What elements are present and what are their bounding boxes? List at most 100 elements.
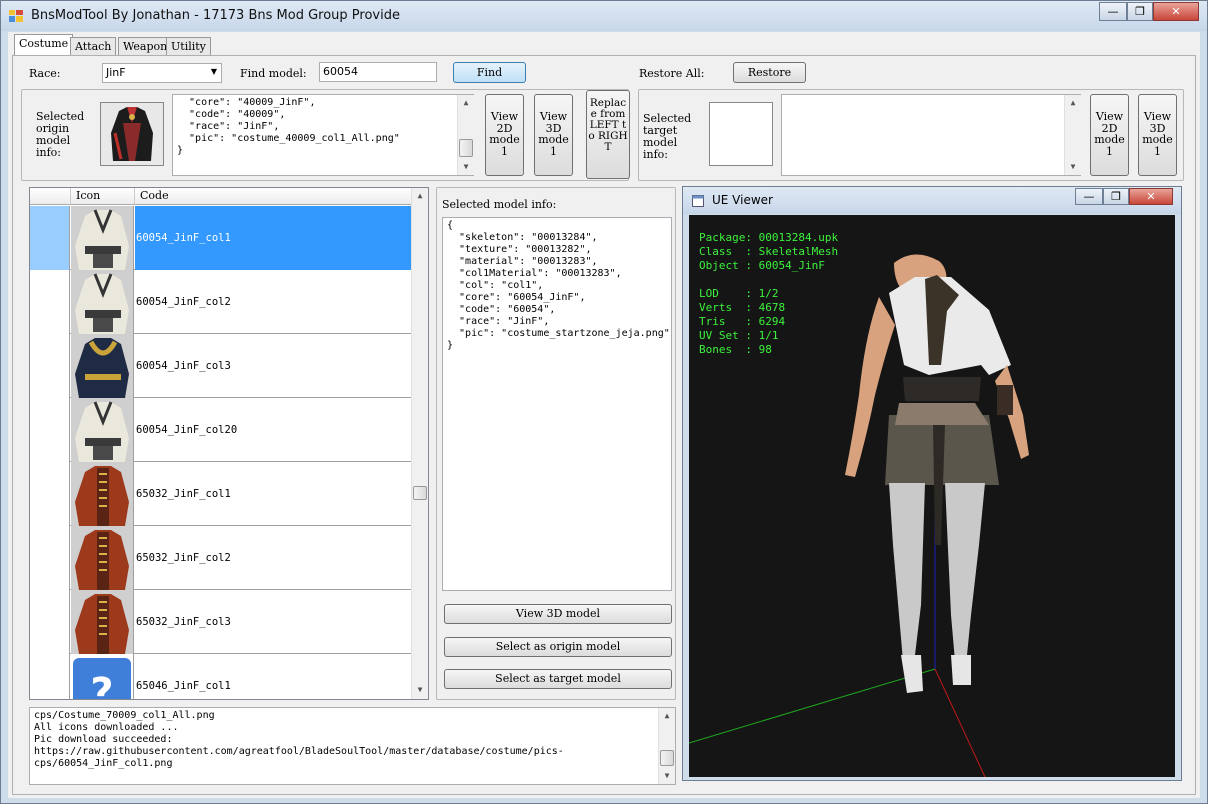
restore-button[interactable]: Restore: [733, 62, 806, 83]
table-row[interactable]: 65032_JinF_col1: [30, 462, 413, 526]
tab-weapon[interactable]: Weapon: [118, 37, 173, 56]
log-output[interactable]: cps/Costume_70009_col1_All.png All icons…: [29, 707, 676, 785]
close-button[interactable]: ✕: [1153, 2, 1199, 21]
ue-minimize-button[interactable]: —: [1075, 188, 1103, 205]
grid-header-icon[interactable]: Icon: [71, 188, 135, 205]
table-row[interactable]: 60054_JinF_col3: [30, 334, 413, 398]
grid-header-select[interactable]: [30, 188, 71, 205]
row-icon-cell: [71, 206, 134, 270]
window-title: BnsModTool By Jonathan - 17173 Bns Mod G…: [31, 8, 400, 23]
log-scrollbar[interactable]: ▲ ▼: [658, 708, 675, 784]
target-view-3d-button[interactable]: View 3D mode 1: [1138, 94, 1177, 176]
scroll-down-icon[interactable]: ▼: [412, 682, 428, 698]
main-window: BnsModTool By Jonathan - 17173 Bns Mod G…: [0, 0, 1208, 804]
row-icon-cell: ?: [71, 654, 134, 700]
origin-info-scrollbar[interactable]: ▲ ▼: [457, 95, 474, 175]
svg-text:?: ?: [90, 670, 113, 700]
scroll-up-icon[interactable]: ▲: [659, 708, 675, 724]
red-coat-icon: [71, 526, 133, 590]
row-selector[interactable]: [30, 270, 70, 334]
target-view-2d-button[interactable]: View 2D mode 1: [1090, 94, 1129, 176]
selected-model-label: Selected model info:: [442, 198, 557, 211]
grid-scrollbar[interactable]: ▲ ▼: [411, 188, 428, 699]
replace-left-to-right-button[interactable]: Replace from LEFT to RIGHT: [586, 90, 630, 179]
origin-view-3d-button[interactable]: View 3D mode 1: [534, 94, 573, 176]
navy-robe-icon: [71, 334, 133, 398]
table-row[interactable]: 60054_JinF_col1: [30, 206, 413, 270]
target-model-label: Selected target model info:: [643, 112, 692, 161]
find-model-input[interactable]: 60054: [319, 62, 437, 82]
table-row[interactable]: 60054_JinF_col2: [30, 270, 413, 334]
maximize-button[interactable]: ❐: [1127, 2, 1153, 21]
minimize-button[interactable]: —: [1099, 2, 1127, 21]
row-selector[interactable]: [30, 654, 70, 699]
race-value: JinF: [106, 66, 126, 79]
black-coat-icon: [101, 103, 163, 165]
scroll-down-icon[interactable]: ▼: [458, 159, 474, 175]
3d-viewport[interactable]: Package: 00013284.upk Class : SkeletalMe…: [689, 215, 1175, 777]
origin-model-label: Selected origin model info:: [36, 110, 85, 159]
scroll-up-icon[interactable]: ▲: [458, 95, 474, 111]
select-target-button[interactable]: Select as target model: [444, 669, 672, 689]
scroll-up-icon[interactable]: ▲: [412, 188, 428, 204]
row-icon-cell: [71, 398, 134, 462]
table-row[interactable]: 65032_JinF_col2: [30, 526, 413, 590]
origin-info-text[interactable]: "core": "40009_JinF", "code": "40009", "…: [172, 94, 474, 176]
row-selector[interactable]: [30, 526, 70, 590]
target-info-scrollbar[interactable]: ▲ ▼: [1064, 95, 1081, 175]
title-bar[interactable]: BnsModTool By Jonathan - 17173 Bns Mod G…: [1, 1, 1207, 31]
race-select[interactable]: JinF ▼: [102, 63, 222, 83]
app-icon: [9, 10, 23, 22]
row-selector[interactable]: [30, 334, 70, 398]
target-model-thumbnail: [709, 102, 773, 166]
ue-viewer-title: UE Viewer: [712, 193, 773, 207]
row-icon-cell: [71, 462, 134, 526]
model-grid: Icon Code 60054_JinF_col1 60054_JinF_col2…: [29, 187, 429, 700]
row-selector[interactable]: [30, 206, 70, 270]
scroll-thumb[interactable]: [459, 139, 473, 157]
row-code: 65032_JinF_col1: [136, 488, 231, 500]
tab-costume[interactable]: Costume: [14, 34, 74, 56]
row-icon-cell: [71, 590, 134, 654]
table-row[interactable]: 65032_JinF_col3: [30, 590, 413, 654]
window-icon: [692, 195, 704, 207]
scroll-down-icon[interactable]: ▼: [1065, 159, 1081, 175]
tab-attach[interactable]: Attach: [70, 37, 117, 56]
unknown-question-icon: ?: [71, 654, 133, 700]
row-icon-cell: [71, 334, 134, 398]
red-coat-icon: [71, 590, 133, 654]
row-selector[interactable]: [30, 590, 70, 654]
row-selector[interactable]: [30, 462, 70, 526]
scroll-down-icon[interactable]: ▼: [659, 768, 675, 784]
find-button[interactable]: Find: [453, 62, 526, 83]
race-label: Race:: [29, 67, 61, 80]
scroll-thumb[interactable]: [660, 750, 674, 766]
row-code: 65032_JinF_col2: [136, 552, 231, 564]
ue-viewer-title-bar[interactable]: UE Viewer — ❐ ✕: [683, 187, 1181, 214]
ue-viewer-window: UE Viewer — ❐ ✕ Package: 00013284.upk Cl…: [682, 186, 1182, 781]
table-row[interactable]: ? 65046_JinF_col1: [30, 654, 413, 700]
chevron-down-icon: ▼: [210, 67, 217, 76]
origin-model-group: Selected origin model info: "core": "400…: [21, 89, 629, 181]
row-selector[interactable]: [30, 398, 70, 462]
tab-utility[interactable]: Utility: [166, 37, 211, 56]
grid-header-code[interactable]: Code: [135, 188, 413, 205]
ue-close-button[interactable]: ✕: [1129, 188, 1173, 205]
table-row[interactable]: 60054_JinF_col20: [30, 398, 413, 462]
grid-body: 60054_JinF_col1 60054_JinF_col2 60054_JinF…: [30, 206, 413, 700]
row-code: 65046_JinF_col1: [136, 680, 231, 692]
client-area: Costume Attach Weapon Utility Race: JinF…: [8, 32, 1200, 798]
white-robe-icon: [71, 206, 133, 270]
view-3d-model-button[interactable]: View 3D model: [444, 604, 672, 624]
row-code: 60054_JinF_col3: [136, 360, 231, 372]
target-info-text[interactable]: [781, 94, 1081, 176]
scroll-thumb[interactable]: [413, 486, 427, 500]
scroll-up-icon[interactable]: ▲: [1065, 95, 1081, 111]
selected-model-json[interactable]: { "skeleton": "00013284", "texture": "00…: [442, 217, 672, 591]
model-stats-overlay: Package: 00013284.upk Class : SkeletalMe…: [699, 231, 839, 356]
white-robe-icon: [71, 398, 133, 462]
origin-view-2d-button[interactable]: View 2D mode 1: [485, 94, 524, 176]
ue-maximize-button[interactable]: ❐: [1103, 188, 1129, 205]
select-origin-button[interactable]: Select as origin model: [444, 637, 672, 657]
row-icon-cell: [71, 526, 134, 590]
